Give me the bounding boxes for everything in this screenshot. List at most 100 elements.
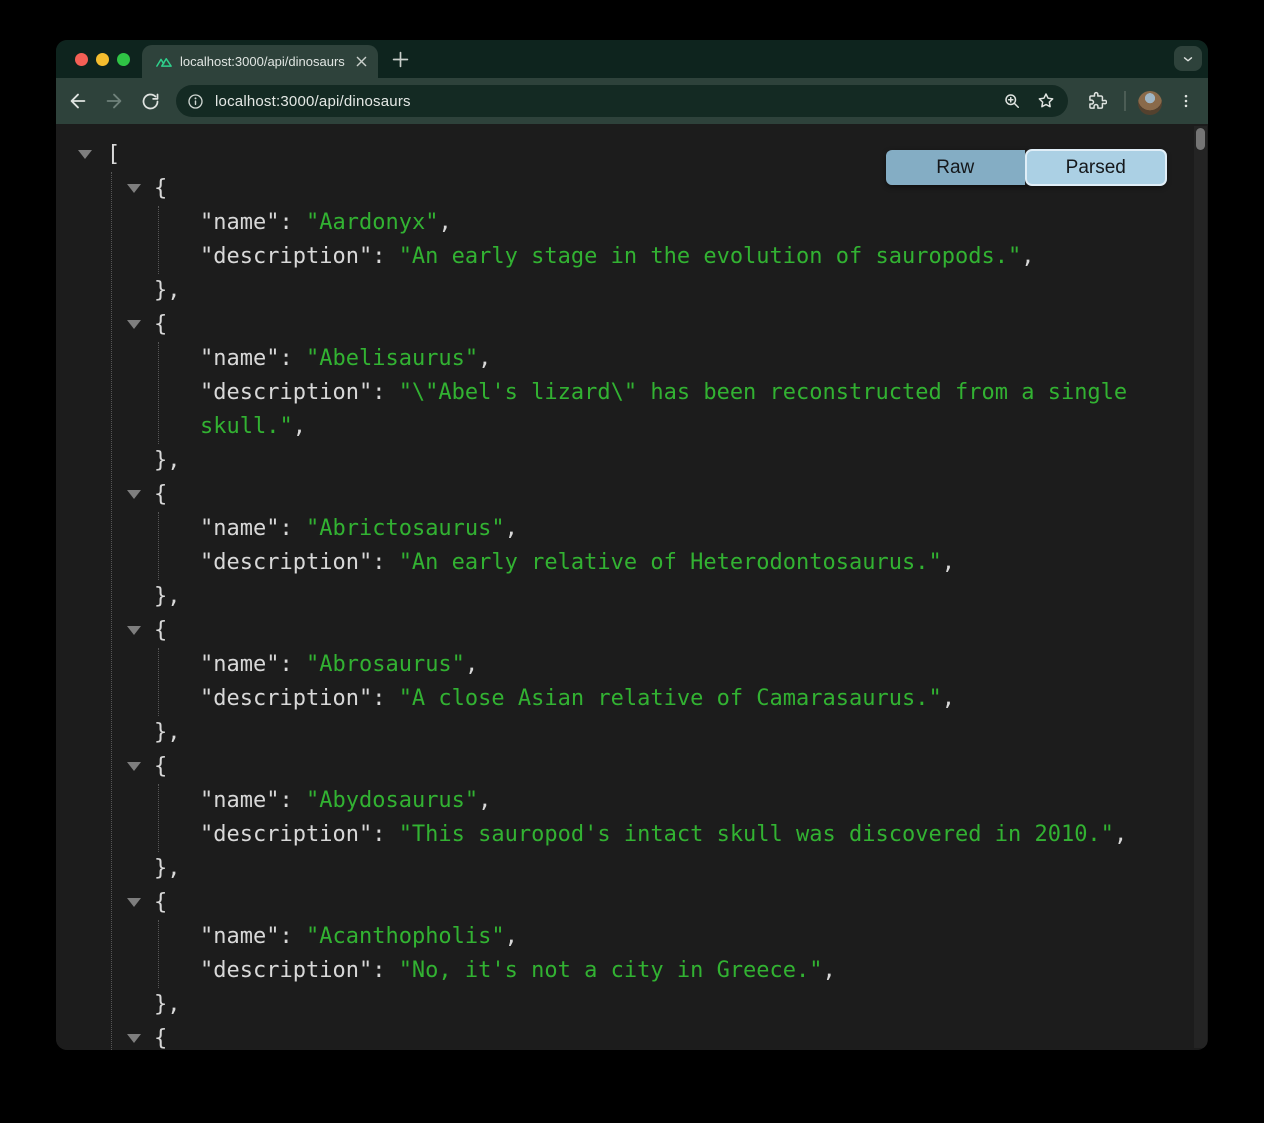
menu-kebab-icon[interactable] <box>1172 87 1200 115</box>
json-object-children: "name": "Aardonyx","description": "An ea… <box>158 206 1118 274</box>
object-open-brace: { <box>154 890 167 915</box>
json-key-value-row: "description": "An early relative of Het… <box>200 546 1160 580</box>
close-window-button[interactable] <box>75 53 88 66</box>
object-close-brace: }, <box>154 720 181 745</box>
json-key: "name" <box>200 924 279 949</box>
json-colon: : <box>279 924 306 949</box>
json-key-value-row: "name": "Abrictosaurus", <box>200 512 1160 546</box>
json-colon: : <box>372 380 399 405</box>
json-object-open-row: { <box>112 1022 1188 1050</box>
favicon-mountains-icon <box>155 53 173 71</box>
json-comma: , <box>823 958 836 983</box>
page-content: [ {"name": "Aardonyx","description": "An… <box>56 124 1208 1050</box>
object-open-brace: { <box>154 176 167 201</box>
collapse-object-toggle-icon[interactable] <box>127 1034 141 1043</box>
json-object-close-row: }, <box>112 444 1188 478</box>
address-bar[interactable]: localhost:3000/api/dinosaurs <box>176 85 1068 117</box>
json-key: "name" <box>200 346 279 371</box>
json-object-open-row: { <box>112 886 1188 920</box>
json-key-value-row: "name": "Aardonyx", <box>200 206 1160 240</box>
json-key: "name" <box>200 652 279 677</box>
json-key: "description" <box>200 958 372 983</box>
json-key: "name" <box>200 516 279 541</box>
parsed-view-button[interactable]: Parsed <box>1025 149 1168 186</box>
forward-icon[interactable] <box>100 87 128 115</box>
json-key-value-row: "name": "Abrosaurus", <box>200 648 1160 682</box>
json-key-value-row: "description": "An early stage in the ev… <box>200 240 1160 274</box>
json-colon: : <box>372 822 399 847</box>
collapse-object-toggle-icon[interactable] <box>127 184 141 193</box>
tab-search-chevron-button[interactable] <box>1174 46 1202 71</box>
raw-view-button[interactable]: Raw <box>886 150 1025 185</box>
json-object-children: "name": "Acanthopholis","description": "… <box>158 920 1118 988</box>
json-comma: , <box>505 924 518 949</box>
tab-title: localhost:3000/api/dinosaurs <box>180 54 352 69</box>
json-tree: [ {"name": "Aardonyx","description": "An… <box>56 124 1188 1050</box>
json-value: "An early relative of Heterodontosaurus.… <box>399 550 942 575</box>
json-value: "This sauropod's intact skull was discov… <box>399 822 1114 847</box>
json-object-children: "name": "Abrosaurus","description": "A c… <box>158 648 1118 716</box>
json-key-value-row: "name": "Abydosaurus", <box>200 784 1160 818</box>
browser-window: localhost:3000/api/dinosaurs <box>56 40 1208 1050</box>
json-colon: : <box>279 652 306 677</box>
json-comma: , <box>465 652 478 677</box>
back-icon[interactable] <box>64 87 92 115</box>
scrollbar-thumb[interactable] <box>1196 128 1205 150</box>
extensions-puzzle-icon[interactable] <box>1083 87 1111 115</box>
json-object-children: "name": "Abydosaurus","description": "Th… <box>158 784 1118 852</box>
json-key-value-row: "description": "\"Abel's lizard\" has be… <box>200 376 1160 444</box>
object-open-brace: { <box>154 1026 167 1050</box>
url-text: localhost:3000/api/dinosaurs <box>215 93 411 110</box>
json-entry: {"name": "Acanthopholis","description": … <box>112 886 1188 1022</box>
profile-avatar[interactable] <box>1138 91 1162 115</box>
bookmark-star-icon[interactable] <box>1036 91 1056 111</box>
json-comma: , <box>942 686 955 711</box>
reload-icon[interactable] <box>136 87 164 115</box>
json-value: "An early stage in the evolution of saur… <box>399 244 1022 269</box>
json-value: "Abrictosaurus" <box>306 516 505 541</box>
json-comma: , <box>478 788 491 813</box>
json-object-close-row: }, <box>112 852 1188 886</box>
object-close-brace: }, <box>154 278 181 303</box>
object-open-brace: { <box>154 754 167 779</box>
site-info-icon[interactable] <box>184 90 206 112</box>
minimize-window-button[interactable] <box>96 53 109 66</box>
json-colon: : <box>279 346 306 371</box>
json-object-open-row: { <box>112 614 1188 648</box>
json-object-close-row: }, <box>112 716 1188 750</box>
json-colon: : <box>279 788 306 813</box>
collapse-root-toggle-icon[interactable] <box>78 150 92 159</box>
json-key: "description" <box>200 380 372 405</box>
tab-strip: localhost:3000/api/dinosaurs <box>56 40 1208 78</box>
object-open-brace: { <box>154 618 167 643</box>
json-object-children: "name": "Abelisaurus","description": "\"… <box>158 342 1118 444</box>
json-value: "Abydosaurus" <box>306 788 478 813</box>
json-value: "No, it's not a city in Greece." <box>399 958 823 983</box>
tab-close-icon[interactable] <box>352 53 370 71</box>
object-close-brace: }, <box>154 856 181 881</box>
active-tab[interactable]: localhost:3000/api/dinosaurs <box>142 45 378 78</box>
json-comma: , <box>1021 244 1034 269</box>
collapse-object-toggle-icon[interactable] <box>127 490 141 499</box>
json-key-value-row: "description": "This sauropod's intact s… <box>200 818 1160 852</box>
object-open-brace: { <box>154 482 167 507</box>
json-value: "Aardonyx" <box>306 210 438 235</box>
json-root-children: {"name": "Aardonyx","description": "An e… <box>111 172 1188 1050</box>
json-entry: { "name": "Abydosaurus","description": "T… <box>112 750 1188 886</box>
collapse-object-toggle-icon[interactable] <box>127 898 141 907</box>
json-object-children: "name": "Abrictosaurus","description": "… <box>158 512 1118 580</box>
new-tab-button[interactable] <box>386 50 414 68</box>
json-key-value-row: "description": "A close Asian relative o… <box>200 682 1160 716</box>
collapse-object-toggle-icon[interactable] <box>127 762 141 771</box>
json-comma: , <box>478 346 491 371</box>
collapse-object-toggle-icon[interactable] <box>127 320 141 329</box>
json-value: "Abelisaurus" <box>306 346 478 371</box>
fullscreen-window-button[interactable] <box>117 53 130 66</box>
zoom-icon[interactable] <box>1002 91 1022 111</box>
json-object-open-row: { <box>112 308 1188 342</box>
vertical-scrollbar[interactable] <box>1194 126 1207 1048</box>
collapse-object-toggle-icon[interactable] <box>127 626 141 635</box>
json-key: "name" <box>200 210 279 235</box>
json-key-value-row: "name": "Acanthopholis", <box>200 920 1160 954</box>
browser-toolbar: localhost:3000/api/dinosaurs <box>56 78 1208 124</box>
